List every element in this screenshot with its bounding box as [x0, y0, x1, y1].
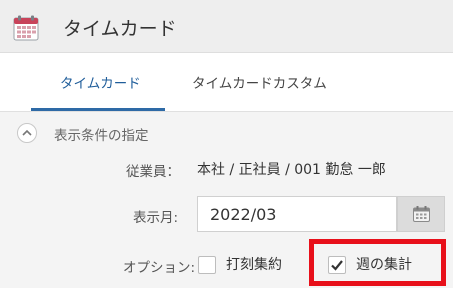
month-input[interactable] — [197, 196, 397, 232]
collapse-toggle-button[interactable] — [17, 123, 37, 143]
stamp-aggregate-checkbox[interactable] — [198, 256, 216, 274]
employee-label: 従業員： — [126, 164, 180, 180]
calendar-icon — [13, 15, 39, 41]
month-label: 表示月: — [133, 210, 179, 226]
weekly-total-label[interactable]: 週の集計 — [356, 254, 412, 274]
tab-timecard[interactable]: タイムカード — [60, 72, 141, 92]
tab-bar: タイムカード タイムカードカスタム — [0, 53, 453, 112]
chevron-up-icon — [22, 129, 32, 136]
tab-timecard-custom[interactable]: タイムカードカスタム — [192, 72, 327, 92]
stamp-aggregate-label[interactable]: 打刻集約 — [226, 254, 282, 274]
check-icon — [331, 260, 343, 271]
conditions-section-label: 表示条件の指定 — [54, 128, 149, 144]
employee-value: 本社 / 正社員 / 001 勤怠 一郎 — [197, 162, 386, 178]
page-header: タイムカード — [0, 0, 453, 53]
weekly-total-checkbox[interactable] — [328, 256, 346, 274]
active-tab-indicator — [31, 108, 165, 111]
month-picker-button[interactable] — [397, 196, 445, 232]
calendar-picker-icon — [413, 206, 430, 222]
page-title: タイムカード — [63, 18, 177, 40]
option-label: オプション: — [123, 260, 196, 276]
